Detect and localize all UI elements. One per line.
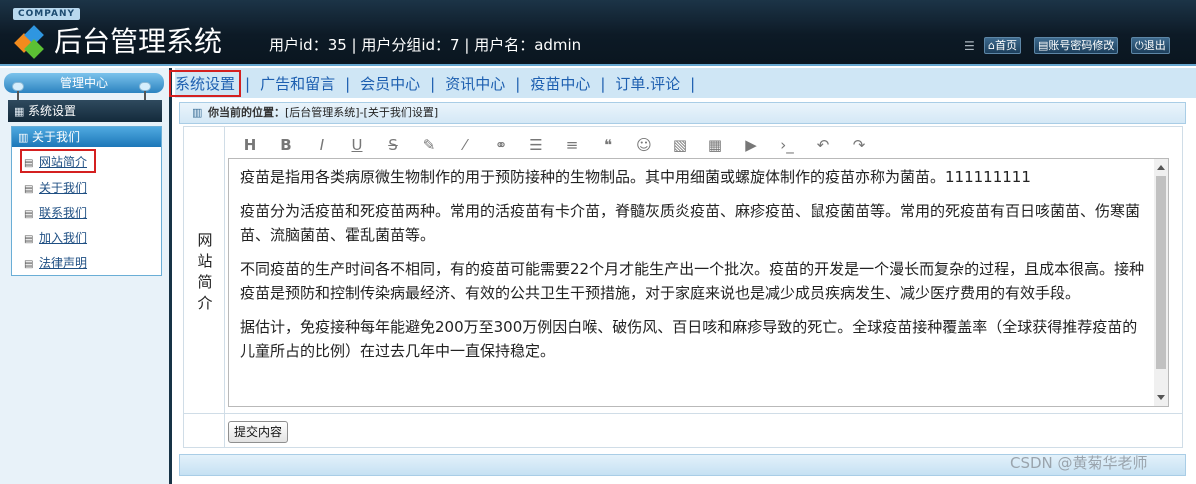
sidebar-section-system-settings[interactable]: ▦ 系统设置 [8, 100, 162, 122]
tab-news[interactable]: 资讯中心 [445, 75, 505, 93]
sidebar-item-label: 加入我们 [39, 231, 88, 245]
account-password-button[interactable]: ▤账号密码修改 [1034, 37, 1119, 54]
tab-orders-comments[interactable]: 订单.评论 [615, 75, 680, 93]
highlight-pen-icon[interactable]: ✎ [417, 133, 441, 157]
sidebar-group-label: 关于我们 [32, 130, 81, 144]
sidebar-item-about-us[interactable]: ▤ 关于我们 [24, 179, 87, 197]
editor-paragraph: 疫苗是指用各类病原微生物制作的用于预防接种的生物制品。其中用细菌或螺旋体制作的疫… [240, 168, 1031, 186]
editor-paragraph: 据估计，免疫接种每年能避免200万至300万例因白喉、破伤风、百日咳和麻疹导致的… [240, 318, 1138, 360]
home-button-label: 首页 [994, 39, 1017, 52]
watermark: CSDN @黄菊华老师 [1010, 454, 1148, 472]
form-footer-row: 提交内容 [184, 413, 1182, 448]
code-icon[interactable]: ›_ [775, 133, 799, 157]
pin-icon [12, 82, 24, 102]
page-icon: ▤ [24, 234, 34, 245]
editor-scrollbar[interactable] [1154, 159, 1168, 406]
tab-ads-messages[interactable]: 广告和留言 [260, 75, 335, 93]
editor-content[interactable]: 疫苗是指用各类病原微生物制作的用于预防接种的生物制品。其中用细菌或螺旋体制作的疫… [240, 165, 1148, 373]
form-table: 网 站 简 介 H B I U S ✎ ⁄ ⚭ ☰ ≡ ❝ ☺ ▧ ▦ ▶ ›_… [183, 126, 1183, 448]
panel-icon: ▥ [192, 106, 203, 119]
heading-icon[interactable]: H [238, 133, 262, 157]
menu-lines-icon[interactable]: ☰ [964, 40, 976, 52]
tab-vaccines[interactable]: 疫苗中心 [530, 75, 590, 93]
app-title: 后台管理系统 [54, 25, 223, 58]
sidebar-item-label: 联系我们 [39, 206, 88, 220]
image-icon[interactable]: ▧ [668, 133, 692, 157]
align-left-icon[interactable]: ≡ [560, 133, 584, 157]
grid-icon: ▦ [14, 105, 25, 118]
table-icon[interactable]: ▦ [703, 133, 727, 157]
scroll-up-icon[interactable] [1157, 165, 1165, 170]
top-nav: 系统设置 | 广告和留言 | 会员中心 | 资讯中心 | 疫苗中心 | 订单.评论 | [175, 68, 1196, 98]
pin-icon [139, 82, 151, 102]
italic-icon[interactable]: I [310, 133, 334, 157]
home-button[interactable]: ⌂首页 [984, 37, 1021, 54]
bold-icon[interactable]: B [274, 133, 298, 157]
field-label: 网 站 简 介 [197, 231, 213, 312]
active-item-highlight [20, 149, 96, 173]
redo-icon[interactable]: ↷ [847, 133, 871, 157]
user-info: 用户id：35 | 用户分组id：7 | 用户名：admin [269, 36, 582, 54]
sidebar: 管理中心 ▦ 系统设置 ▥ 关于我们 ▤ 网站简介 ▤ 关于我们 ▤ 联系我们 ▤ 加入我们… [0, 68, 172, 484]
breadcrumb-label: 你当前的位置： [208, 106, 285, 119]
page-icon: ▤ [24, 259, 34, 270]
page-icon: ▤ [24, 184, 34, 195]
sidebar-item-contact-us[interactable]: ▤ 联系我们 [24, 204, 87, 222]
power-icon: ⏻ [1135, 39, 1144, 52]
logout-button[interactable]: ⏻退出 [1131, 37, 1170, 54]
breadcrumb: ▥ 你当前的位置：[后台管理系统]-[关于我们设置] [179, 102, 1186, 124]
field-label-cell: 网 站 简 介 [184, 127, 225, 413]
editor-paragraph: 不同疫苗的生产时间各不相同，有的疫苗可能需要22个月才能生产出一个批次。疫苗的开… [240, 260, 1145, 302]
logout-button-label: 退出 [1143, 39, 1166, 52]
sidebar-item-label: 关于我们 [39, 181, 88, 195]
page-icon: ▤ [24, 209, 34, 220]
company-logo-text: COMPANY [13, 8, 80, 20]
scroll-thumb[interactable] [1156, 176, 1166, 369]
strikethrough-icon[interactable]: S [381, 133, 405, 157]
account-button-label: 账号密码修改 [1048, 39, 1115, 52]
undo-icon[interactable]: ↶ [811, 133, 835, 157]
sidebar-item-label: 法律声明 [39, 256, 88, 270]
link-icon[interactable]: ⚭ [489, 133, 513, 157]
brush-icon[interactable]: ⁄ [453, 133, 477, 157]
home-icon: ⌂ [988, 39, 995, 52]
breadcrumb-path: [后台管理系统]-[关于我们设置] [285, 106, 439, 119]
app-logo-icon [14, 25, 47, 59]
submit-button[interactable]: 提交内容 [228, 421, 289, 443]
video-icon[interactable]: ▶ [739, 133, 763, 157]
sidebar-group-about[interactable]: ▥ 关于我们 [12, 127, 161, 147]
underline-icon[interactable]: U [345, 133, 369, 157]
document-icon: ▤ [1038, 39, 1049, 52]
rich-text-editor[interactable]: 疫苗是指用各类病原微生物制作的用于预防接种的生物制品。其中用细菌或螺旋体制作的疫… [228, 158, 1169, 407]
list-panel-icon: ▥ [18, 131, 29, 144]
main-panel: ▥ 你当前的位置：[后台管理系统]-[关于我们设置] 网 站 简 介 H B I … [175, 98, 1196, 484]
scroll-down-icon[interactable] [1157, 395, 1165, 400]
editor-paragraph: 疫苗分为活疫苗和死疫苗两种。常用的活疫苗有卡介苗，脊髓灰质炎疫苗、麻疹疫苗、鼠疫… [240, 202, 1141, 244]
bullet-list-icon[interactable]: ☰ [524, 133, 548, 157]
tab-members[interactable]: 会员中心 [360, 75, 420, 93]
quote-icon[interactable]: ❝ [596, 133, 620, 157]
emoji-icon[interactable]: ☺ [632, 133, 656, 157]
active-tab-highlight [169, 70, 241, 97]
sidebar-item-legal[interactable]: ▤ 法律声明 [24, 254, 87, 272]
sidebar-item-join-us[interactable]: ▤ 加入我们 [24, 229, 87, 247]
top-header: COMPANY 后台管理系统 用户id：35 | 用户分组id：7 | 用户名：… [0, 0, 1196, 66]
sidebar-section-label: 系统设置 [28, 104, 77, 118]
